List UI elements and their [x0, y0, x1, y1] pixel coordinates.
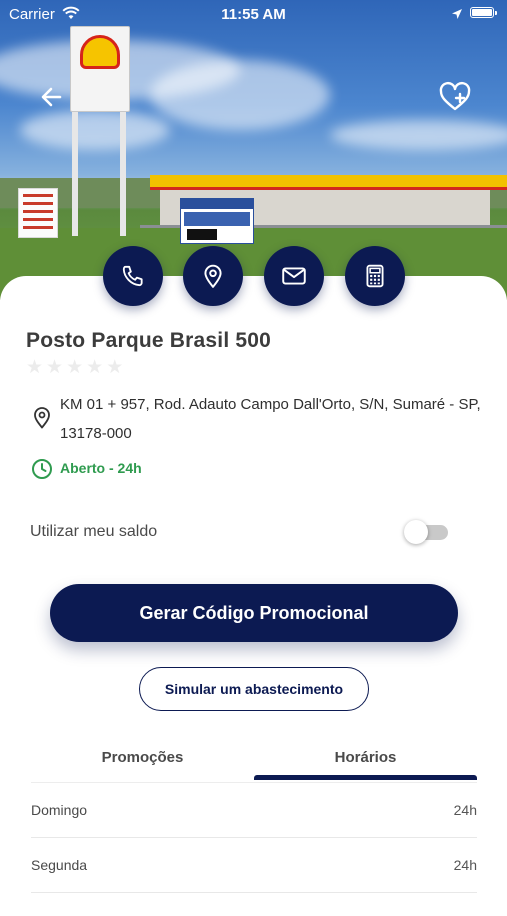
- schedule-row: Segunda 24h: [31, 837, 477, 893]
- heart-plus-icon: [439, 81, 471, 111]
- star-icon: ★: [106, 357, 124, 378]
- location-arrow-icon: [451, 7, 463, 24]
- star-icon: ★: [46, 357, 64, 378]
- map-button[interactable]: [183, 246, 243, 306]
- status-bar: Carrier 11:55 AM: [0, 0, 507, 30]
- station-name: Posto Parque Brasil 500: [26, 329, 272, 352]
- favorite-button[interactable]: [437, 80, 473, 114]
- schedule-row: Domingo 24h: [31, 782, 477, 838]
- arrow-left-icon: [41, 87, 62, 107]
- schedule-hours: 24h: [453, 802, 477, 818]
- status-time: 11:55 AM: [221, 6, 286, 23]
- station-address: KM 01 + 957, Rod. Adauto Campo Dall'Orto…: [60, 396, 481, 442]
- use-balance-label: Utilizar meu saldo: [30, 523, 158, 540]
- rating-stars: ★ ★ ★ ★ ★: [26, 358, 123, 378]
- details-tabs: Promoções Horários: [31, 740, 477, 783]
- envelope-icon: [282, 267, 306, 285]
- active-tab-indicator: [254, 775, 477, 780]
- generate-promo-code-button[interactable]: Gerar Código Promocional: [50, 584, 458, 642]
- phone-icon: [122, 265, 143, 287]
- quick-actions: [0, 246, 507, 308]
- opening-hours-status: Aberto - 24h: [60, 460, 142, 476]
- star-icon: ★: [66, 357, 84, 378]
- call-button[interactable]: [103, 246, 163, 306]
- tab-promocoes[interactable]: Promoções: [31, 740, 254, 778]
- back-button[interactable]: [36, 82, 68, 112]
- tab-horarios[interactable]: Horários: [254, 740, 477, 778]
- battery-icon: [470, 7, 497, 18]
- location-pin-icon: [31, 405, 53, 434]
- schedule-hours: 24h: [453, 857, 477, 873]
- use-balance-toggle[interactable]: [404, 520, 448, 544]
- clock-icon: [31, 458, 53, 485]
- star-icon: ★: [26, 357, 44, 378]
- simulate-refuel-button[interactable]: Simular um abastecimento: [139, 667, 369, 711]
- map-pin-icon: [204, 264, 222, 288]
- calculator-button[interactable]: [345, 246, 405, 306]
- calculator-icon: [366, 264, 384, 288]
- email-button[interactable]: [264, 246, 324, 306]
- schedule-day: Segunda: [31, 857, 88, 873]
- schedule-day: Domingo: [31, 802, 88, 818]
- star-icon: ★: [86, 357, 104, 378]
